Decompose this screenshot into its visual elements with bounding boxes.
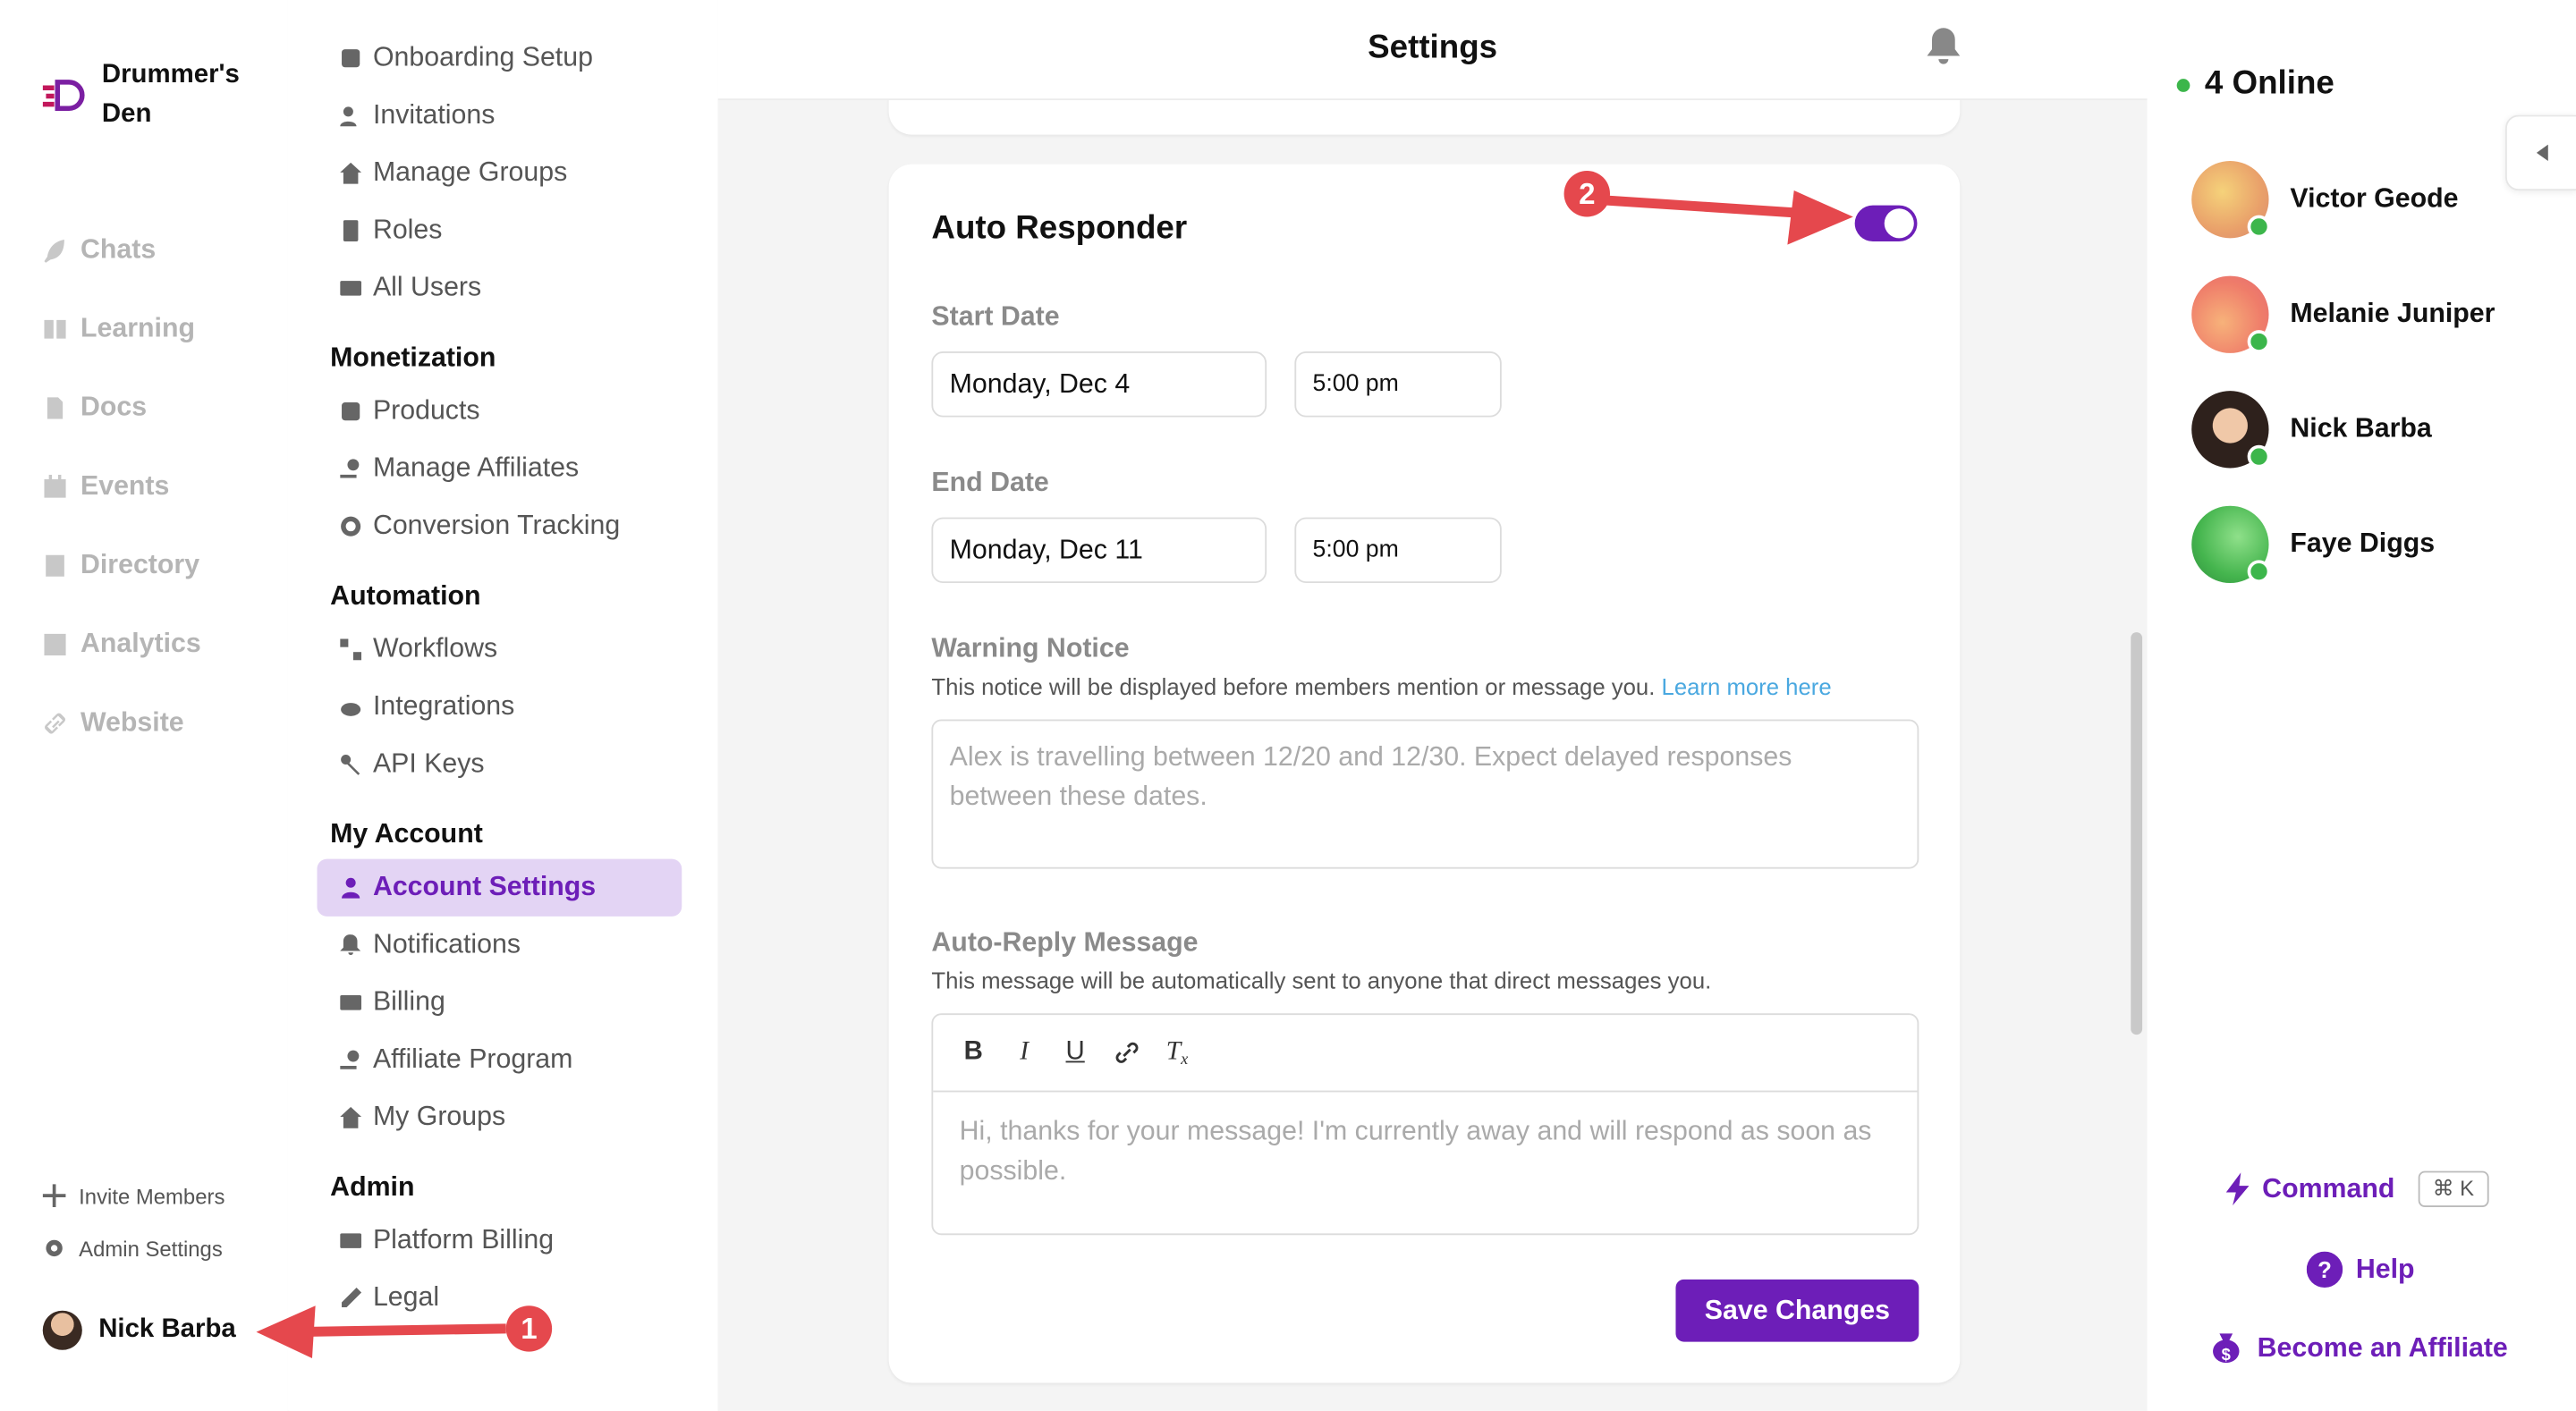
- annotation-arrow-2: [1606, 190, 1853, 245]
- annotation-badge-2: 2: [1563, 171, 1610, 217]
